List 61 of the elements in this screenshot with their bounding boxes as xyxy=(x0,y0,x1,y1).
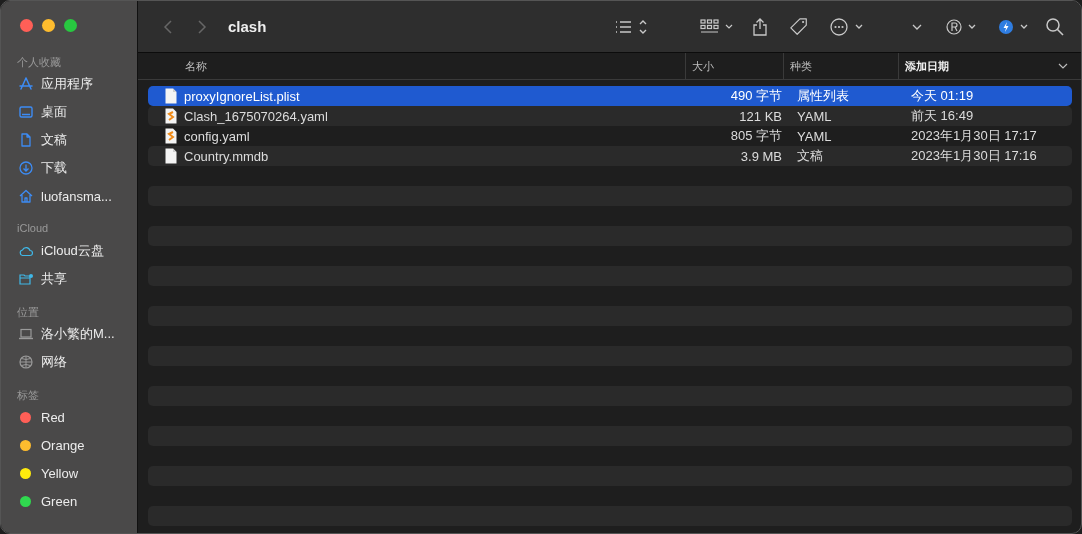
home-icon xyxy=(18,188,34,204)
sidebar-item[interactable]: 共享 xyxy=(41,270,67,288)
file-kind: 文稿 xyxy=(797,148,823,163)
sidebar-item[interactable]: 文稿 xyxy=(41,131,67,149)
file-kind: 属性列表 xyxy=(797,88,849,103)
minimize-button[interactable] xyxy=(42,19,55,32)
sort-chevron-icon[interactable] xyxy=(1058,61,1068,71)
file-row[interactable]: Country.mmdb 3.9 MB 文稿 2023年1月30日 17:16 xyxy=(148,146,1072,166)
sidebar-item[interactable]: 下载 xyxy=(41,159,67,177)
desktop-icon xyxy=(18,104,34,120)
sidebar-heading: 个人收藏 xyxy=(16,55,62,70)
sidebar-item[interactable]: Green xyxy=(41,493,78,509)
sidebar-heading: 标签 xyxy=(16,388,40,403)
sidebar-item[interactable]: Orange xyxy=(41,437,85,453)
file-size: 805 字节 xyxy=(730,128,782,143)
file-icon xyxy=(165,88,177,104)
app-store-icon xyxy=(18,76,34,92)
file-icon xyxy=(165,148,177,164)
zoom-button[interactable] xyxy=(64,19,77,32)
file-row[interactable]: proxyIgnoreList.plist 490 字节 属性列表 今天 01:19 xyxy=(148,86,1072,106)
shared-folder-icon xyxy=(18,271,34,287)
file-size: 490 字节 xyxy=(730,88,782,103)
yaml-file-icon xyxy=(165,108,177,124)
column-header[interactable]: 种类 xyxy=(790,58,812,74)
file-row[interactable]: Clash_1675070264.yaml 121 KB YAML 前天 16:49 xyxy=(148,106,1072,126)
column-header[interactable]: 添加日期 xyxy=(905,58,949,74)
date-added: 2023年1月30日 17:17 xyxy=(911,128,1037,143)
file-kind: YAML xyxy=(797,128,832,144)
laptop-icon xyxy=(18,326,34,342)
sidebar-heading: 位置 xyxy=(16,305,40,320)
sidebar-item[interactable]: luofansma... xyxy=(41,188,112,204)
document-icon xyxy=(18,132,34,148)
file-size: 121 KB xyxy=(739,108,782,124)
yaml-file-icon xyxy=(165,128,177,144)
date-added: 2023年1月30日 17:16 xyxy=(911,148,1037,163)
tag-icon[interactable] xyxy=(788,16,810,37)
window-title: clash xyxy=(228,18,267,35)
sidebar-heading: iCloud xyxy=(16,221,50,236)
globe-icon xyxy=(18,354,34,370)
sidebar-item[interactable]: 桌面 xyxy=(41,103,67,121)
file-size: 3.9 MB xyxy=(740,148,782,164)
sidebar-item[interactable]: iCloud云盘 xyxy=(41,242,104,260)
close-button[interactable] xyxy=(20,19,33,32)
sidebar-item[interactable]: 洛小繁的M... xyxy=(41,325,115,343)
date-added: 今天 01:19 xyxy=(911,88,974,103)
date-added: 前天 16:49 xyxy=(911,108,974,123)
file-row[interactable]: config.yaml 805 字节 YAML 2023年1月30日 17:17 xyxy=(148,126,1072,146)
sidebar-item[interactable]: 网络 xyxy=(41,353,67,371)
column-header[interactable]: 大小 xyxy=(692,58,714,74)
share-icon[interactable] xyxy=(750,16,770,37)
file-name: proxyIgnoreList.plist xyxy=(184,88,300,104)
sidebar-item[interactable]: Red xyxy=(41,409,65,425)
sidebar-item[interactable]: 应用程序 xyxy=(41,75,93,93)
column-header[interactable]: 名称 xyxy=(185,58,207,74)
download-icon xyxy=(18,160,34,176)
sidebar-item[interactable]: Yellow xyxy=(41,465,79,481)
file-name: config.yaml xyxy=(184,128,250,144)
file-name: Country.mmdb xyxy=(184,148,269,164)
file-name: Clash_1675070264.yaml xyxy=(184,108,328,124)
search-icon[interactable] xyxy=(1045,16,1065,37)
file-kind: YAML xyxy=(797,108,832,124)
